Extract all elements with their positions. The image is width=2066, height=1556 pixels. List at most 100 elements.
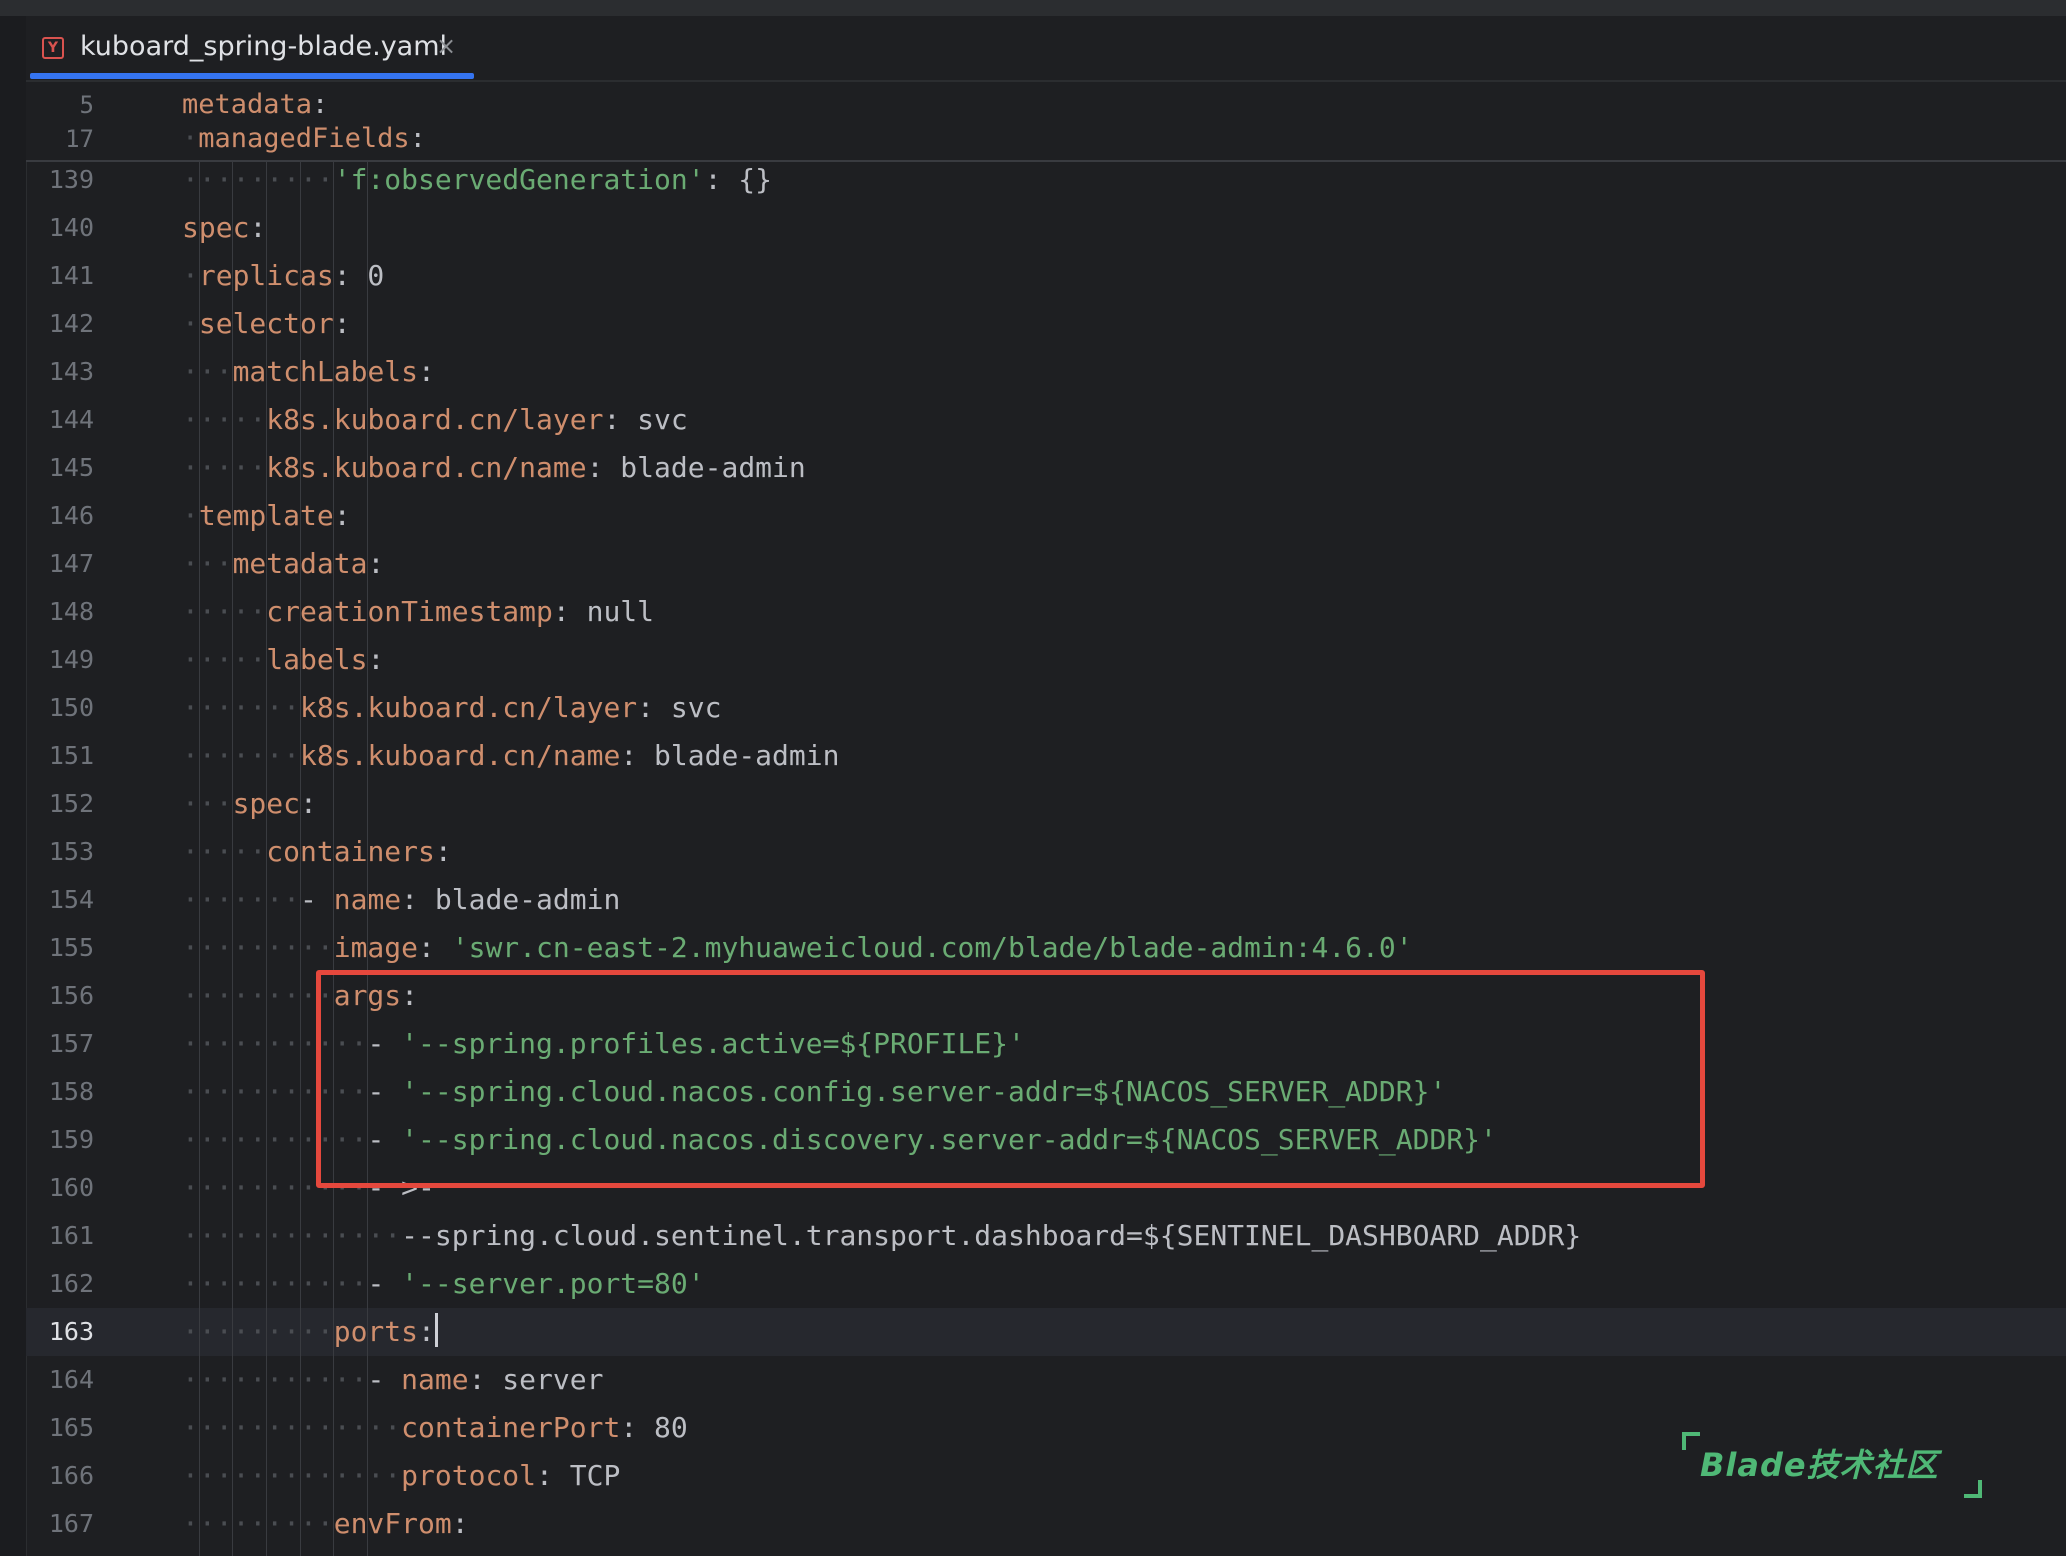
line-number: 162 [48,1269,94,1298]
indent-dots: ············· [182,1459,402,1492]
indent-dots: · [182,307,199,340]
line-number: 146 [48,501,94,530]
code-line[interactable]: 145 ·····k8s.kuboard.cn/name: blade-admin [26,444,2066,492]
line-number: 151 [48,741,94,770]
sticky-line[interactable]: 17 ·managedFields: [26,122,2066,156]
list-dash: - [367,1267,402,1300]
yaml-key: protocol [401,1459,537,1492]
indent-dots: ····· [182,403,267,436]
line-number: 152 [48,789,94,818]
code-line[interactable]: 164 ···········- name: server [26,1356,2066,1404]
code-line[interactable]: 153 ·····containers: [26,828,2066,876]
code-editor[interactable]: 139 ·········'f:observedGeneration': {} 14… [26,162,2066,1556]
code-line[interactable]: 152 ···spec: [26,780,2066,828]
indent-dots: ··········· [182,1267,368,1300]
code-line[interactable]: 148 ·····creationTimestamp: null [26,588,2066,636]
code-text: ·····k8s.kuboard.cn/name: blade-admin [182,444,806,492]
colon: : [249,211,267,244]
line-number: 144 [48,405,94,434]
yaml-value: 80 [637,1411,688,1444]
colon: : [637,691,655,724]
yaml-value [435,931,452,964]
yaml-key: ports [333,1315,419,1348]
line-number: 145 [48,453,94,482]
code-line[interactable]: 140 spec: [26,204,2066,252]
yaml-value: null [569,595,655,628]
code-line[interactable]: 167 ·········envFrom: [26,1500,2066,1548]
yaml-key: containers [266,835,435,868]
code-line[interactable]: 161 ·············--spring.cloud.sentinel.… [26,1212,2066,1260]
indent-dots: ············· [182,1219,402,1252]
yaml-value: TCP [552,1459,621,1492]
colon: : [620,739,638,772]
indent-guide [198,162,200,1556]
code-line[interactable]: 141 ·replicas: 0 [26,252,2066,300]
code-text: ·······k8s.kuboard.cn/layer: svc [182,684,721,732]
colon: : [401,883,419,916]
quoted-key: 'f:observedGeneration' [333,163,705,196]
yaml-string: '--server.port=80' [401,1267,705,1300]
yaml-key: k8s.kuboard.cn/name [300,739,621,772]
code-line[interactable]: 162 ···········- '--server.port=80' [26,1260,2066,1308]
indent-guide [366,162,368,1556]
colon: : [704,163,722,196]
sticky-scroll-header[interactable]: 5 metadata: 17 ·managedFields: [26,82,2066,162]
code-line[interactable]: 143 ···matchLabels: [26,348,2066,396]
code-text: ···········- name: server [182,1356,603,1404]
sticky-line[interactable]: 5 metadata: [26,88,2066,122]
yaml-value: server [485,1363,604,1396]
list-dash: - [367,1363,402,1396]
code-line[interactable]: 155 ·········image: 'swr.cn-east-2.myhuaw… [26,924,2066,972]
code-text: ·····k8s.kuboard.cn/layer: svc [182,396,688,444]
tab-kuboard-spring-blade-yaml[interactable]: Y kuboard_spring-blade.yaml × [28,16,474,80]
line-number: 157 [48,1029,94,1058]
line-number: 141 [48,261,94,290]
code-line[interactable]: 149 ·····labels: [26,636,2066,684]
active-tab-indicator [30,73,474,79]
code-line[interactable]: 150 ·······k8s.kuboard.cn/layer: svc [26,684,2066,732]
line-number: 158 [48,1077,94,1106]
close-icon[interactable]: × [436,31,456,61]
colon: : [367,643,385,676]
line-number: 159 [48,1125,94,1154]
yaml-key: name [401,1363,469,1396]
code-text: ·····containers: [182,828,452,876]
code-line[interactable]: 154 ·······- name: blade-admin [26,876,2066,924]
line-number: 5 [79,91,94,119]
yaml-value: --spring.cloud.sentinel.transport.dashbo… [401,1219,1582,1252]
code-text: ·replicas: 0 [182,252,384,300]
yaml-key: k8s.kuboard.cn/layer [300,691,638,724]
indent-dots: ····· [182,451,267,484]
indent-dots: ··········· [182,1363,368,1396]
title-bar [0,0,2066,16]
code-text: ·············containerPort: 80 [182,1404,688,1452]
code-line[interactable]: 151 ·······k8s.kuboard.cn/name: blade-adm… [26,732,2066,780]
colon: : [300,787,317,820]
indent-dots: ····· [182,835,267,868]
line-number: 149 [48,645,94,674]
code-text: metadata: [182,88,328,122]
yaml-key: labels [266,643,368,676]
yaml-value: blade-admin [418,883,621,916]
yaml-file-icon: Y [42,37,64,59]
code-line[interactable]: 144 ·····k8s.kuboard.cn/layer: svc [26,396,2066,444]
colon: : [603,403,621,436]
line-number: 156 [48,981,94,1010]
indent-dots: · [182,123,199,154]
code-line-current[interactable]: 163 ·········ports: [26,1308,2066,1356]
indent-dots: ········· [182,931,334,964]
colon: : [468,1363,486,1396]
yaml-value: {} [721,163,773,196]
code-line[interactable]: 147 ···metadata: [26,540,2066,588]
colon: : [586,451,604,484]
highlight-box [316,970,1705,1188]
colon: : [451,1507,469,1540]
colon: : [333,307,351,340]
code-line[interactable]: 139 ·········'f:observedGeneration': {} [26,162,2066,204]
line-number: 161 [48,1221,94,1250]
code-line[interactable]: 146 ·template: [26,492,2066,540]
colon: : [552,595,570,628]
code-line[interactable]: 142 ·selector: [26,300,2066,348]
indent-dots: ··· [182,547,233,580]
line-number: 153 [48,837,94,866]
